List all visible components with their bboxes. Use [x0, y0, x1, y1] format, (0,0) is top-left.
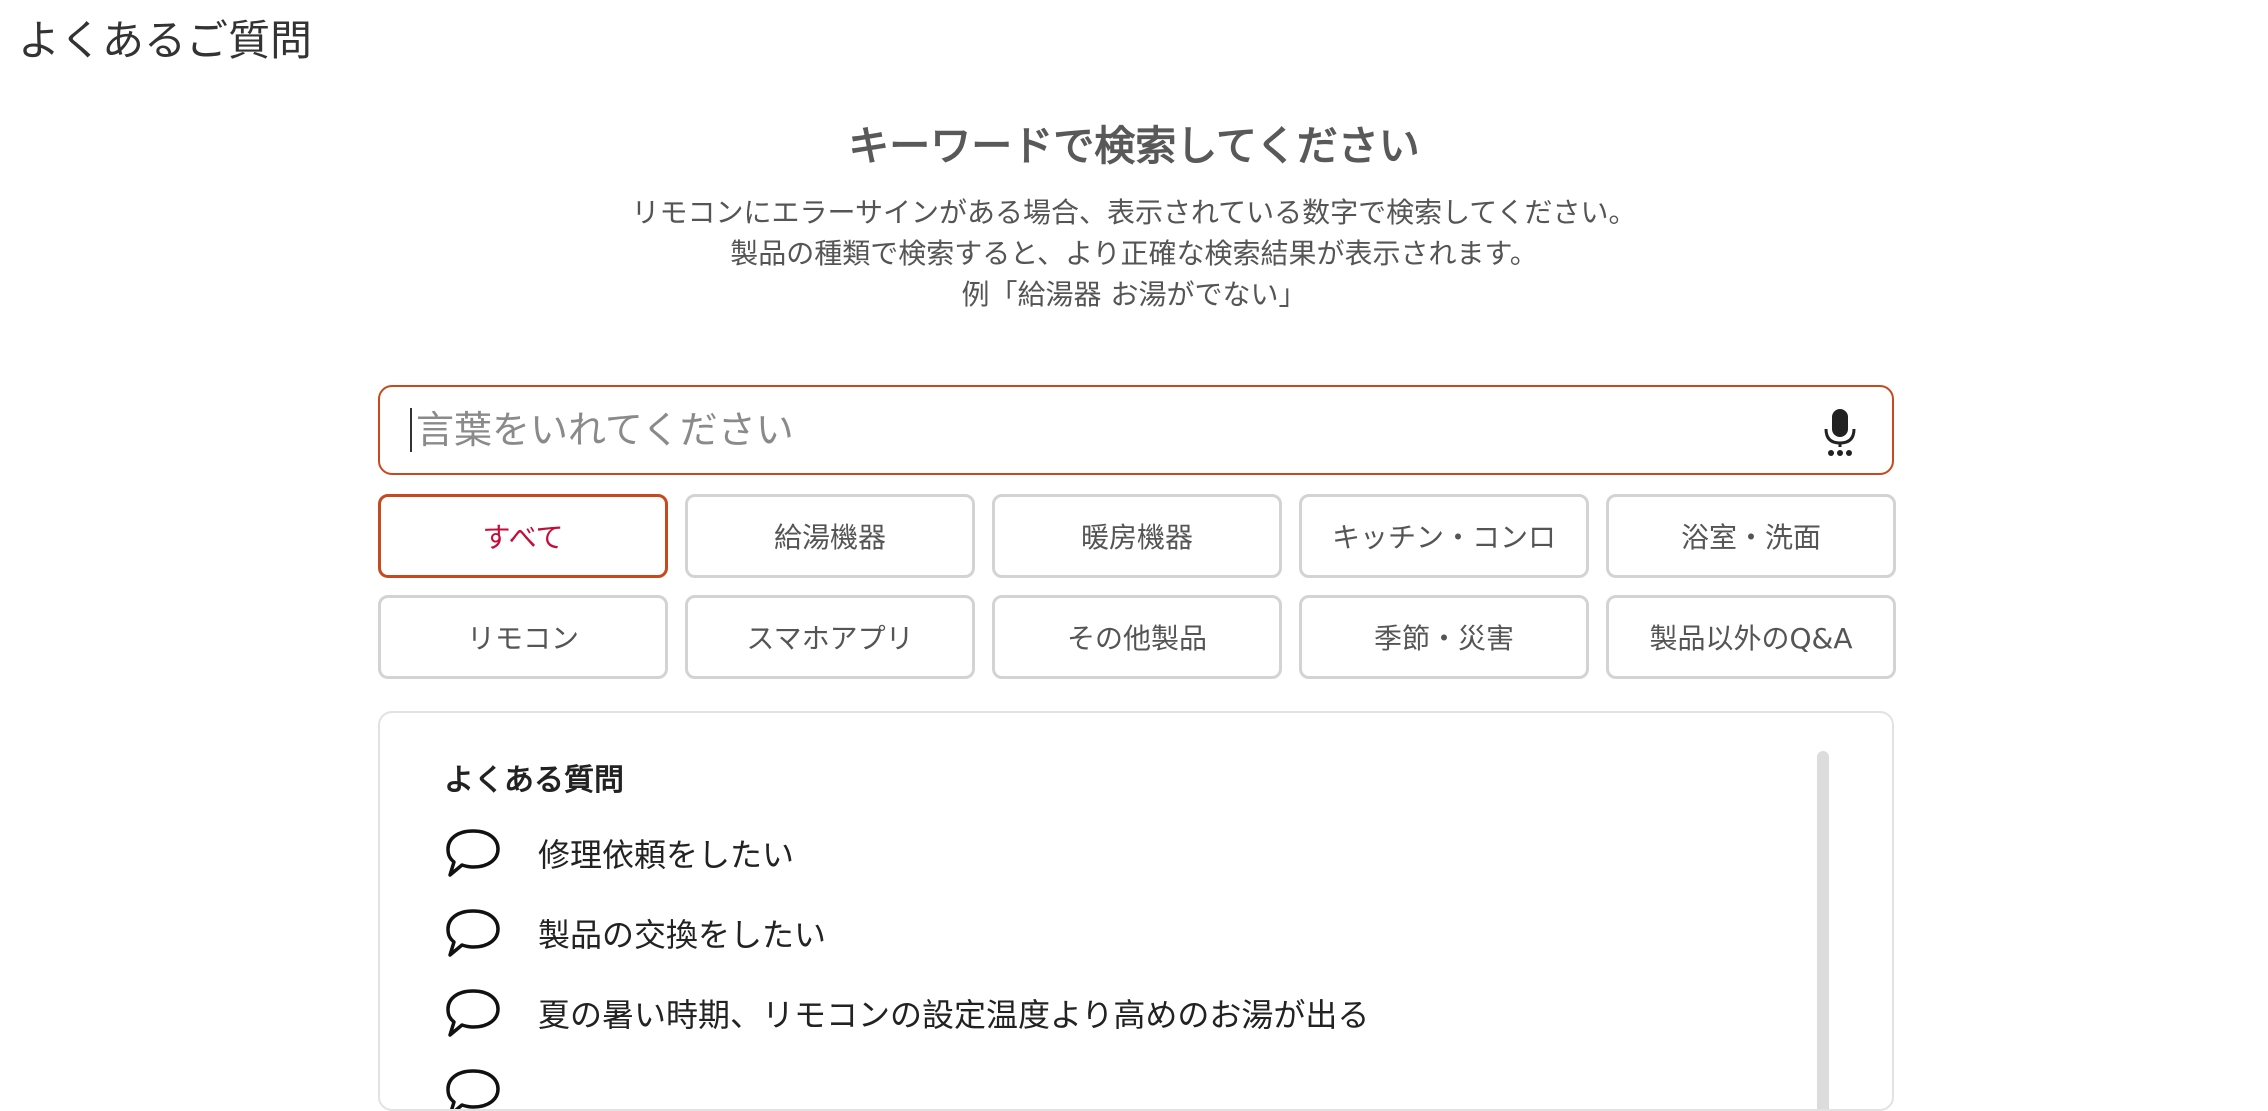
category-season-disaster-button[interactable]: 季節・災害: [1299, 595, 1589, 679]
category-water-heater-button[interactable]: 給湯機器: [685, 494, 975, 578]
search-box: [378, 385, 1894, 475]
category-heating-button[interactable]: 暖房機器: [992, 494, 1282, 578]
speech-bubble-icon: [444, 1067, 502, 1109]
category-non-product-qa-button[interactable]: 製品以外のQ&A: [1606, 595, 1896, 679]
category-kitchen-button[interactable]: キッチン・コンロ: [1299, 494, 1589, 578]
category-filter: すべて 給湯機器 暖房機器 キッチン・コンロ 浴室・洗面 リモコン スマホアプリ…: [378, 494, 1896, 679]
faq-item-product-exchange[interactable]: 製品の交換をしたい: [444, 893, 1369, 973]
search-input[interactable]: [410, 408, 1796, 452]
description-line: リモコンにエラーサインがある場合、表示されている数字で検索してください。: [631, 196, 1637, 229]
page-title: よくあるご質問: [18, 16, 313, 65]
faq-item-text: 夏の暑い時期、リモコンの設定温度より高めのお湯が出る: [538, 996, 1370, 1034]
faq-item-repair-request[interactable]: 修理依頼をしたい: [444, 813, 1369, 893]
faq-title: よくある質問: [444, 763, 624, 798]
category-smartphone-app-button[interactable]: スマホアプリ: [685, 595, 975, 679]
category-other-products-button[interactable]: その他製品: [992, 595, 1282, 679]
speech-bubble-icon: [444, 907, 502, 959]
microphone-icon[interactable]: [1820, 407, 1860, 457]
speech-bubble-icon: [444, 987, 502, 1039]
category-remote-button[interactable]: リモコン: [378, 595, 668, 679]
search-description: リモコンにエラーサインがある場合、表示されている数字で検索してください。 製品の…: [0, 192, 2268, 315]
speech-bubble-icon: [444, 827, 502, 879]
category-bathroom-button[interactable]: 浴室・洗面: [1606, 494, 1896, 578]
faq-list: 修理依頼をしたい 製品の交換をしたい 夏の暑い時期、リモコンの設定温度より高めの…: [444, 813, 1369, 1109]
faq-panel: よくある質問 修理依頼をしたい 製品の交換をしたい 夏の暑い時期、リモコンの設定…: [378, 711, 1894, 1111]
faq-item-partial[interactable]: [444, 1053, 1369, 1109]
faq-item-hot-water-temperature[interactable]: 夏の暑い時期、リモコンの設定温度より高めのお湯が出る: [444, 973, 1369, 1053]
faq-scrollbar[interactable]: [1817, 751, 1829, 1109]
description-line: 製品の種類で検索すると、より正確な検索結果が表示されます。: [730, 237, 1538, 270]
faq-item-text: 修理依頼をしたい: [538, 836, 795, 874]
search-heading: キーワードで検索してください: [848, 122, 1420, 170]
category-all-button[interactable]: すべて: [378, 494, 668, 578]
faq-item-text: 製品の交換をしたい: [538, 916, 827, 954]
description-line: 例「給湯器 お湯がでない」: [961, 278, 1307, 311]
